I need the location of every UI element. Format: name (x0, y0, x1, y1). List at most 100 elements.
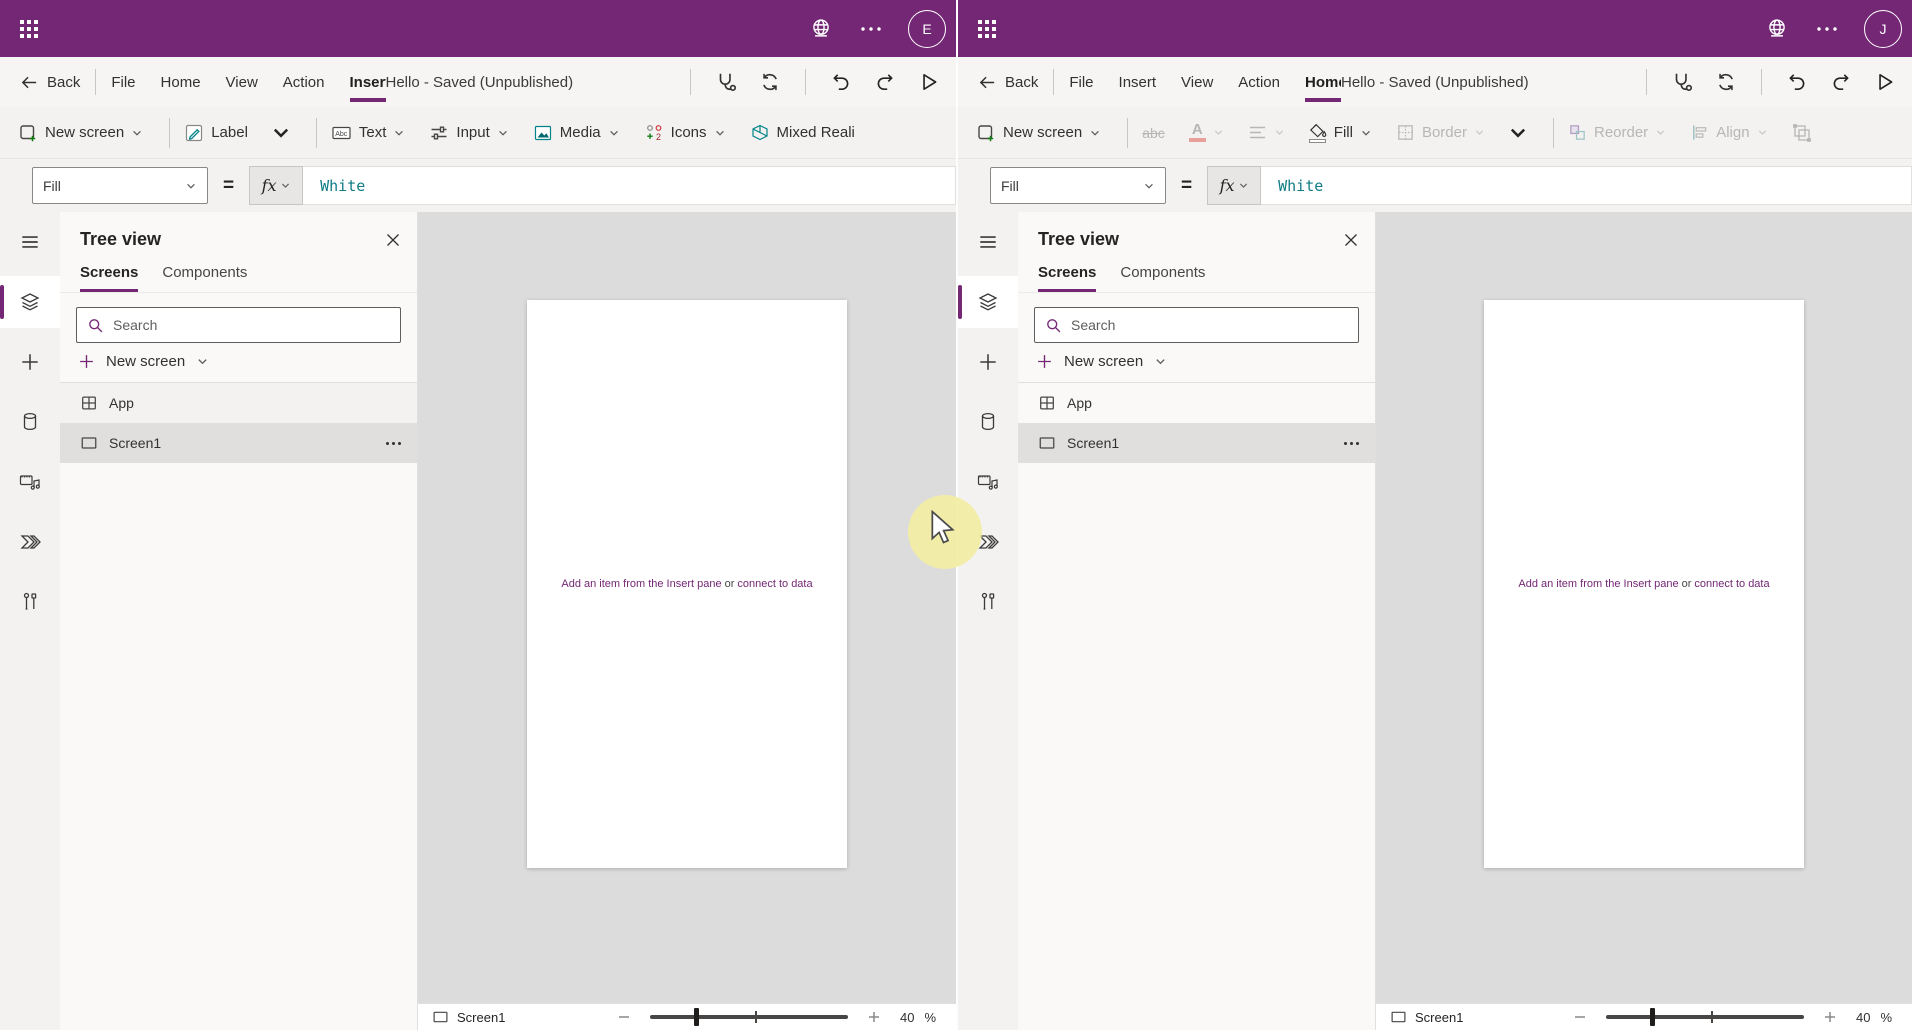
menu-tab-action[interactable]: Action (283, 74, 325, 91)
border-button[interactable]: Border (1396, 123, 1485, 142)
power-automate-rail-icon[interactable] (958, 516, 1018, 568)
account-avatar[interactable]: J (1864, 10, 1902, 48)
advanced-tools-rail-icon[interactable] (0, 576, 60, 628)
reorder-button[interactable]: Reorder (1568, 123, 1666, 142)
tree-item-app[interactable]: App (1018, 383, 1375, 423)
new-screen-tree-button[interactable]: New screen (78, 353, 401, 370)
tree-view-rail-icon[interactable] (0, 276, 60, 328)
font-color-button[interactable]: A (1189, 123, 1224, 142)
tab-components[interactable]: Components (162, 264, 247, 292)
expand-chevron-button[interactable] (1509, 126, 1527, 140)
fill-button[interactable]: Fill (1309, 123, 1372, 143)
align-button[interactable]: Align (1690, 123, 1767, 142)
app-launcher-icon[interactable] (970, 12, 1004, 46)
new-screen-tree-button[interactable]: New screen (1036, 353, 1359, 370)
hamburger-menu-icon[interactable] (958, 216, 1018, 268)
strikethrough-button[interactable]: abc (1142, 125, 1165, 141)
canvas-stage[interactable]: Add an item from the Insert paneorconnec… (1376, 212, 1912, 1003)
close-panel-icon[interactable] (1343, 232, 1359, 248)
connect-to-data-link[interactable]: connect to data (737, 578, 812, 590)
app-checker-icon[interactable] (715, 71, 737, 93)
input-menu-button[interactable]: Input (429, 123, 508, 143)
web-globe-icon[interactable] (808, 16, 834, 42)
group-button[interactable] (1792, 123, 1812, 143)
text-align-button[interactable] (1248, 124, 1285, 141)
menu-tab-view[interactable]: View (226, 74, 258, 91)
insert-pane-link[interactable]: Add an item from the Insert pane (1518, 578, 1678, 590)
search-box[interactable] (76, 307, 401, 343)
power-automate-rail-icon[interactable] (0, 516, 60, 568)
more-options-icon[interactable] (1816, 25, 1838, 33)
tree-item-screen1[interactable]: Screen1 (1018, 423, 1375, 463)
zoom-slider-thumb[interactable] (694, 1008, 699, 1026)
expand-chevron-button[interactable] (272, 126, 290, 140)
play-preview-icon[interactable] (918, 71, 940, 93)
refresh-icon[interactable] (1715, 71, 1737, 93)
zoom-out-icon[interactable] (616, 1009, 632, 1025)
search-input[interactable] (113, 317, 390, 333)
fx-button[interactable]: fx (249, 166, 303, 205)
tree-view-rail-icon[interactable] (958, 276, 1018, 328)
menu-tab-action[interactable]: Action (1238, 74, 1280, 91)
menu-tab-view[interactable]: View (1181, 74, 1213, 91)
app-checker-icon[interactable] (1671, 71, 1693, 93)
back-button[interactable]: Back (978, 73, 1038, 92)
zoom-in-icon[interactable] (1822, 1009, 1838, 1025)
insert-rail-icon[interactable] (0, 336, 60, 388)
redo-icon[interactable] (874, 71, 896, 93)
tab-screens[interactable]: Screens (1038, 264, 1096, 292)
new-screen-button[interactable]: New screen (18, 123, 143, 143)
text-menu-button[interactable]: Abc Text (331, 123, 406, 143)
formula-input[interactable]: White (1261, 166, 1912, 205)
data-sources-rail-icon[interactable] (958, 396, 1018, 448)
data-sources-rail-icon[interactable] (0, 396, 60, 448)
zoom-slider-thumb[interactable] (1650, 1008, 1655, 1026)
tab-screens[interactable]: Screens (80, 264, 138, 292)
tree-item-screen1[interactable]: Screen1 (60, 423, 417, 463)
account-avatar[interactable]: E (908, 10, 946, 48)
web-globe-icon[interactable] (1764, 16, 1790, 42)
formula-input[interactable]: White (303, 166, 956, 205)
refresh-icon[interactable] (759, 71, 781, 93)
media-rail-icon[interactable] (0, 456, 60, 508)
canvas-stage[interactable]: Add an item from the Insert paneorconnec… (418, 212, 956, 1003)
zoom-slider[interactable] (650, 1015, 848, 1019)
more-options-icon[interactable] (1344, 442, 1359, 445)
connect-to-data-link[interactable]: connect to data (1694, 578, 1769, 590)
menu-tab-file[interactable]: File (1069, 74, 1093, 91)
menu-tab-file[interactable]: File (111, 74, 135, 91)
media-menu-button[interactable]: Media (533, 123, 620, 143)
close-panel-icon[interactable] (385, 232, 401, 248)
new-screen-button[interactable]: New screen (976, 123, 1101, 143)
undo-icon[interactable] (1786, 71, 1808, 93)
screen1-canvas[interactable]: Add an item from the Insert paneorconnec… (527, 300, 847, 868)
zoom-slider[interactable] (1606, 1015, 1804, 1019)
fx-button[interactable]: fx (1207, 166, 1261, 205)
menu-tab-insert-active[interactable]: Insert (350, 57, 386, 107)
search-input[interactable] (1071, 317, 1348, 333)
zoom-in-icon[interactable] (866, 1009, 882, 1025)
hamburger-menu-icon[interactable] (0, 216, 60, 268)
insert-rail-icon[interactable] (958, 336, 1018, 388)
property-selector[interactable]: Fill (32, 167, 208, 204)
icons-menu-button[interactable]: 2 Icons (644, 123, 726, 143)
tree-item-app[interactable]: App (60, 383, 417, 423)
app-launcher-icon[interactable] (12, 12, 46, 46)
media-rail-icon[interactable] (958, 456, 1018, 508)
search-box[interactable] (1034, 307, 1359, 343)
label-button[interactable]: Label (184, 123, 248, 143)
property-selector[interactable]: Fill (990, 167, 1166, 204)
screen1-canvas[interactable]: Add an item from the Insert paneorconnec… (1484, 300, 1804, 868)
menu-tab-home-active[interactable]: Home (1305, 57, 1341, 107)
more-options-icon[interactable] (386, 442, 401, 445)
tab-components[interactable]: Components (1120, 264, 1205, 292)
menu-tab-home[interactable]: Home (161, 74, 201, 91)
undo-icon[interactable] (830, 71, 852, 93)
mixed-reality-menu-button[interactable]: Mixed Reali (750, 123, 855, 143)
zoom-out-icon[interactable] (1572, 1009, 1588, 1025)
more-options-icon[interactable] (860, 25, 882, 33)
redo-icon[interactable] (1830, 71, 1852, 93)
menu-tab-insert[interactable]: Insert (1119, 74, 1157, 91)
advanced-tools-rail-icon[interactable] (958, 576, 1018, 628)
back-button[interactable]: Back (20, 73, 80, 92)
